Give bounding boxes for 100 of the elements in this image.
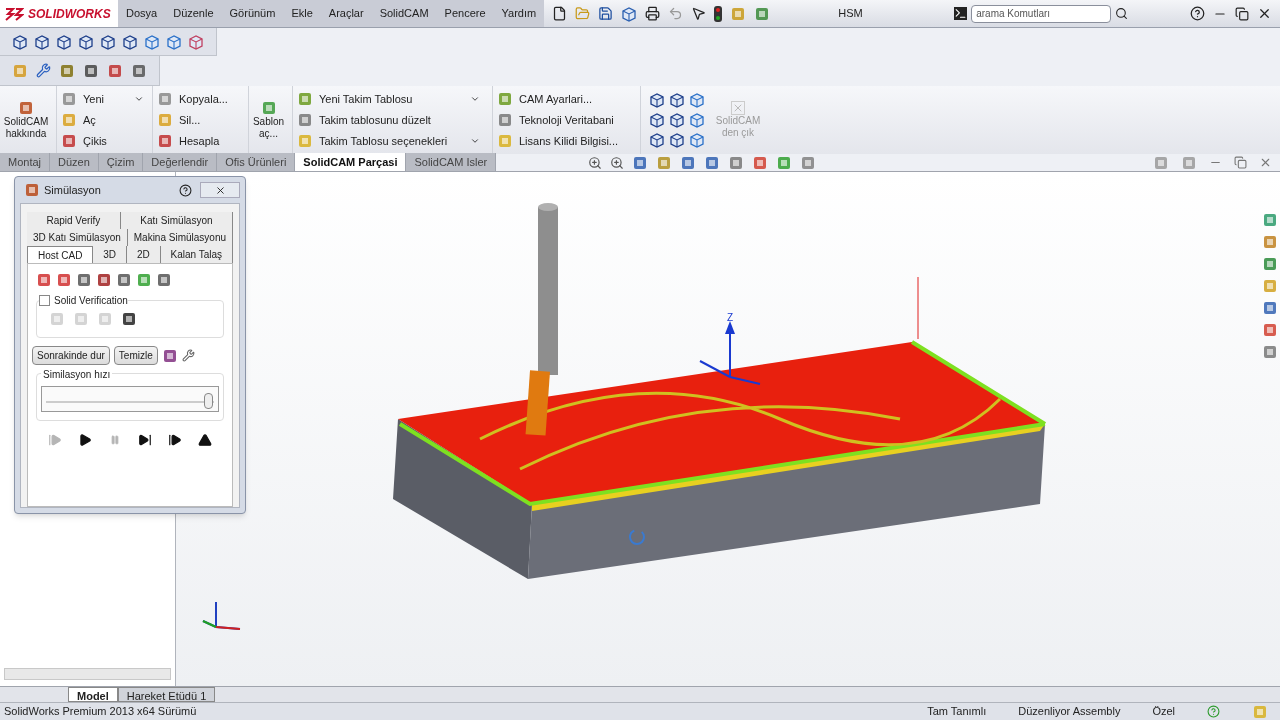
menu-item[interactable]: Görünüm	[229, 5, 276, 22]
command-tab[interactable]: Çizim	[98, 153, 144, 171]
checklist-icon[interactable]	[754, 5, 771, 22]
print-icon[interactable]	[645, 6, 661, 21]
menu-item[interactable]: Yardım	[501, 5, 537, 22]
step-icon[interactable]	[138, 433, 153, 447]
new-file-icon[interactable]	[552, 6, 568, 21]
view-orientation-icon[interactable]	[669, 132, 685, 148]
command-button[interactable]: Takim tablosunu düzelt	[317, 111, 433, 129]
task-pane-icon[interactable]	[1262, 212, 1278, 228]
speed-slider-thumb[interactable]	[203, 393, 213, 409]
view-tool-icon[interactable]	[704, 154, 721, 171]
save-icon[interactable]	[598, 6, 614, 21]
command-tab[interactable]: SolidCAM Parçasi	[295, 153, 407, 171]
search-icon[interactable]	[1115, 7, 1129, 20]
help-icon[interactable]	[179, 183, 192, 197]
menu-item[interactable]: Düzenle	[173, 5, 214, 22]
task-pane-icon[interactable]	[1262, 256, 1278, 272]
select-icon[interactable]	[691, 6, 707, 21]
command-button[interactable]: Yeni	[81, 90, 106, 108]
view-orientation-icon[interactable]	[166, 33, 182, 50]
view-orientation-icon[interactable]	[100, 33, 116, 50]
template-icon[interactable]	[260, 100, 277, 116]
template-button[interactable]: Sablon aç...	[252, 116, 285, 140]
task-pane-icon[interactable]	[1262, 344, 1278, 360]
simulation-mode-icon[interactable]	[136, 272, 152, 288]
settings-icon[interactable]	[181, 349, 195, 362]
task-pane-icon[interactable]	[1262, 300, 1278, 316]
dropdown-caret-icon[interactable]	[470, 94, 480, 104]
simulation-tab[interactable]: 2D	[126, 246, 161, 263]
color-icon[interactable]	[161, 347, 178, 364]
simulation-tab[interactable]: Rapid Verify	[27, 212, 121, 229]
view-orientation-icon[interactable]	[34, 33, 50, 50]
model-tab[interactable]: Model	[68, 687, 118, 702]
view-tool-icon[interactable]	[632, 154, 649, 171]
simulation-tab[interactable]: 3D Katı Simülasyon	[27, 229, 128, 246]
simulation-mode-icon[interactable]	[56, 272, 72, 288]
undo-icon[interactable]	[668, 6, 684, 21]
tool-icon[interactable]	[131, 62, 147, 79]
view-orientation-icon[interactable]	[689, 92, 705, 108]
view-orientation-icon[interactable]	[78, 33, 94, 50]
command-button[interactable]: Teknoloji Veritabani	[517, 111, 616, 129]
zoom-area-icon[interactable]	[610, 155, 625, 170]
verification-icon[interactable]	[121, 311, 137, 327]
tool-icon[interactable]	[59, 62, 75, 79]
command-tab[interactable]: Ofis Ürünleri	[217, 153, 296, 171]
close-icon[interactable]	[1257, 6, 1272, 21]
open-folder-icon[interactable]	[575, 6, 591, 21]
simulation-tab[interactable]: Host CAD	[27, 246, 94, 263]
help-icon[interactable]	[1190, 6, 1205, 21]
about-icon[interactable]	[18, 100, 34, 116]
solid-verification-checkbox[interactable]: Solid Verification	[39, 293, 128, 308]
menu-item[interactable]: Dosya	[126, 5, 158, 22]
command-tab[interactable]: Değerlendir	[143, 153, 218, 171]
view-tool-icon[interactable]	[776, 154, 793, 171]
restore-icon[interactable]	[1235, 6, 1249, 21]
task-pane-icon[interactable]	[1262, 322, 1278, 338]
speed-slider-track[interactable]	[41, 386, 219, 412]
view-orientation-icon[interactable]	[188, 33, 204, 50]
task-pane-icon[interactable]	[1262, 234, 1278, 250]
view-tool-icon[interactable]	[728, 154, 745, 171]
play-icon[interactable]	[77, 433, 92, 447]
eject-icon[interactable]	[198, 433, 213, 447]
view-orientation-icon[interactable]	[144, 33, 160, 50]
command-button[interactable]: Lisans Kilidi Bilgisi...	[517, 132, 621, 150]
dropdown-caret-icon[interactable]	[470, 136, 480, 146]
command-button[interactable]: Takim Tablosu seçenekleri	[317, 132, 450, 150]
view-orientation-icon[interactable]	[56, 33, 72, 50]
simulation-mode-icon[interactable]	[116, 272, 132, 288]
model-tab[interactable]: Hareket Etüdü 1	[117, 687, 216, 702]
search-field[interactable]: arama Komutları	[971, 4, 1112, 23]
command-button[interactable]: Çikis	[81, 132, 109, 150]
wrench-icon[interactable]	[36, 63, 51, 78]
pane-icon[interactable]	[1181, 154, 1197, 171]
simulation-tab[interactable]: Makina Simülasyonu	[127, 229, 233, 246]
command-button[interactable]: Yeni Takim Tablosu	[317, 90, 415, 108]
command-tab[interactable]: Düzen	[50, 153, 99, 171]
view-orientation-icon[interactable]	[669, 92, 685, 108]
view-tool-icon[interactable]	[752, 154, 769, 171]
menu-item[interactable]: Araçlar	[328, 5, 364, 22]
command-button[interactable]: Aç	[81, 111, 98, 129]
simulation-mode-icon[interactable]	[156, 272, 172, 288]
about-button[interactable]: SolidCAM hakkında	[3, 116, 49, 140]
command-button[interactable]: Sil...	[177, 111, 203, 129]
zoom-icon[interactable]	[588, 155, 603, 170]
rebuild-icon[interactable]	[621, 5, 638, 22]
view-orientation-icon[interactable]	[12, 33, 28, 50]
tool-icon[interactable]	[107, 62, 123, 79]
view-tool-icon[interactable]	[656, 154, 673, 171]
menu-item[interactable]: SolidCAM	[379, 5, 429, 22]
simulation-mode-icon[interactable]	[76, 272, 92, 288]
run-to-end-icon[interactable]	[168, 433, 183, 447]
command-tab[interactable]: Montaj	[0, 153, 51, 171]
view-orientation-icon[interactable]	[669, 112, 685, 128]
command-tab[interactable]: SolidCAM Isler	[406, 153, 497, 171]
view-tool-icon[interactable]	[680, 154, 697, 171]
view-orientation-icon[interactable]	[689, 132, 705, 148]
simulation-tab[interactable]: Katı Simülasyon	[120, 212, 233, 229]
horizontal-scrollbar[interactable]	[4, 668, 171, 680]
menu-item[interactable]: Pencere	[444, 5, 486, 22]
